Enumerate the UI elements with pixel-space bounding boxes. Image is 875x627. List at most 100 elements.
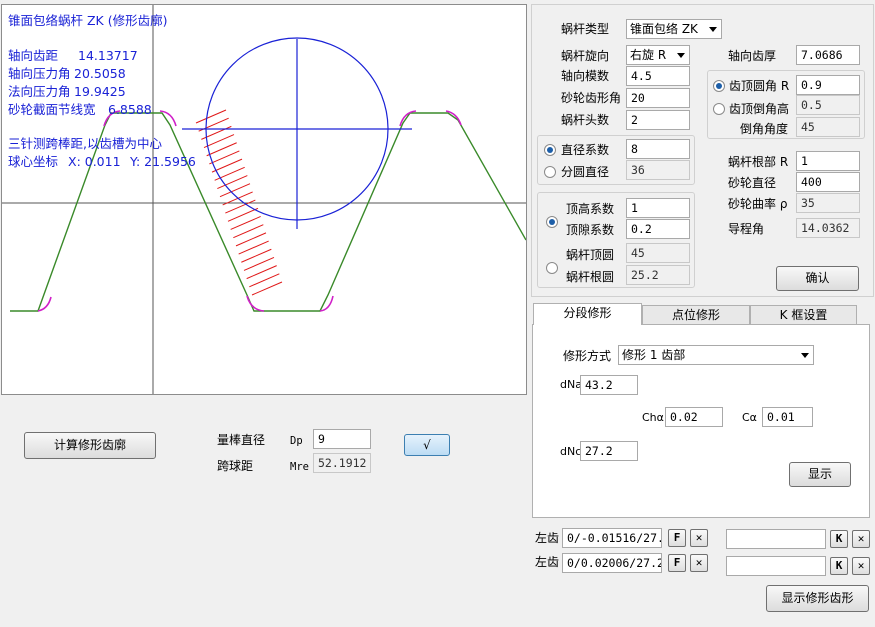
tip-round-radio[interactable] [713, 80, 725, 92]
calc-modified-profile-button[interactable]: 计算修形齿廓 [24, 432, 156, 459]
chamfer-angle-label: 倒角角度 [740, 122, 789, 136]
tip-round-label: 齿顶圆角 R [729, 79, 790, 93]
wheel-diameter-input[interactable]: 400 [796, 172, 860, 192]
f-button-1[interactable]: F [668, 529, 686, 547]
show-button[interactable]: 显示 [789, 462, 851, 487]
ball-center-label: 球心坐标 [8, 154, 59, 169]
check-button[interactable]: √ [404, 434, 450, 456]
chevron-down-icon [801, 353, 809, 358]
span-label: 跨球距 [217, 459, 254, 473]
close-icon-button-1[interactable]: ✕ [690, 529, 708, 547]
span-value-field: 52.1912 [313, 453, 371, 473]
diameter-factor-radio[interactable] [544, 144, 556, 156]
root-fillet-mid-left [246, 295, 265, 312]
tab-point-modification[interactable]: 点位修形 [642, 305, 750, 325]
axial-module-label: 轴向模数 [561, 69, 610, 83]
cha-label: Chα [642, 411, 664, 424]
wheel-curvature-label: 砂轮曲率 ρ [728, 197, 788, 211]
left-tooth-label-2: 左齿 [535, 555, 560, 569]
axial-pressure-label: 轴向压力角 [8, 66, 71, 81]
axial-thickness-input[interactable]: 7.0686 [796, 45, 860, 65]
profile-canvas: 锥面包络蜗杆 ZK (修形齿廓) 轴向齿距 14.13717 轴向压力角 20.… [1, 4, 527, 395]
tip-circle-field: 45 [626, 243, 690, 263]
pitch-diameter-label: 分圆直径 [561, 165, 610, 179]
hand-select[interactable]: 右旋 R [626, 45, 690, 65]
tip-chamfer-field: 0.5 [796, 95, 860, 115]
tab-segment-modification[interactable]: 分段修形 [533, 303, 642, 325]
mode-select[interactable]: 修形 1 齿部 [618, 345, 814, 365]
wheel-profile-angle-input[interactable]: 20 [626, 88, 690, 108]
ca-label: Cα [742, 411, 757, 424]
dnc-label: dNc [560, 445, 582, 458]
wheel-line-width-label: 砂轮截面节线宽 [8, 102, 96, 117]
starts-input[interactable]: 2 [626, 110, 690, 130]
pitch-diameter-field: 36 [626, 160, 690, 180]
clearance-input[interactable]: 0.2 [626, 219, 690, 239]
root-r-label: 蜗杆根部 R [728, 155, 789, 169]
root-r-input[interactable]: 1 [796, 151, 860, 171]
root-circle-field: 25.2 [626, 265, 690, 285]
pitch-diameter-radio[interactable] [544, 166, 556, 178]
show-modified-profile-button[interactable]: 显示修形齿形 [766, 585, 869, 612]
mode-value: 修形 1 齿部 [622, 348, 686, 362]
wheel-line-width-value: 6.8588 [108, 102, 152, 117]
hand-label: 蜗杆旋向 [561, 49, 610, 63]
rod-diameter-symbol: Dp [290, 435, 303, 447]
chevron-down-icon [709, 27, 717, 32]
rod-diameter-input[interactable]: 9 [313, 429, 371, 449]
axial-pitch-label: 轴向齿距 [8, 48, 59, 63]
tip-chamfer-label: 齿顶倒角高 [729, 102, 790, 116]
starts-label: 蜗杆头数 [561, 113, 610, 127]
tip-chamfer-radio[interactable] [713, 103, 725, 115]
addendum-label: 顶高系数 [566, 202, 615, 216]
rod-diameter-label: 量棒直径 [217, 433, 266, 447]
k-button-2[interactable]: K [830, 557, 848, 575]
close-icon-button-2[interactable]: ✕ [690, 554, 708, 572]
wheel-profile-angle-label: 砂轮齿形角 [561, 91, 622, 105]
dna-label: dNa [560, 378, 582, 391]
addendum-radio[interactable] [546, 216, 558, 228]
hand-value: 右旋 R [630, 48, 667, 62]
axial-module-input[interactable]: 4.5 [626, 66, 690, 86]
diameter-factor-input[interactable]: 8 [626, 139, 690, 159]
root-circle-label: 蜗杆根圆 [566, 270, 615, 284]
normal-pressure-value: 19.9425 [74, 84, 126, 99]
left-tooth-input-1[interactable]: 0/-0.01516/27.2/ [562, 528, 662, 548]
diameter-factor-label: 直径系数 [561, 143, 610, 157]
tip-circle-radio[interactable] [546, 262, 558, 274]
lead-angle-label: 导程角 [728, 222, 765, 236]
addendum-input[interactable]: 1 [626, 198, 690, 218]
ball-center-x: X: 0.011 [68, 154, 121, 169]
k-button-1[interactable]: K [830, 530, 848, 548]
worm-type-label: 蜗杆类型 [561, 22, 610, 36]
right-tooth-input-2[interactable] [726, 556, 826, 576]
close-icon-button-3[interactable]: ✕ [852, 530, 870, 548]
mode-label: 修形方式 [563, 349, 612, 363]
wheel-curvature-field: 35 [796, 193, 860, 213]
right-tooth-input-1[interactable] [726, 529, 826, 549]
tab-k-frame-settings[interactable]: K 框设置 [750, 305, 857, 325]
three-wire-note: 三针测跨棒距,以齿槽为中心 [8, 136, 162, 151]
cha-input[interactable]: 0.02 [665, 407, 723, 427]
ca-input[interactable]: 0.01 [762, 407, 813, 427]
clearance-label: 顶隙系数 [566, 223, 615, 237]
left-tooth-input-2[interactable]: 0/0.02006/27.2/3 [562, 553, 662, 573]
tip-round-input[interactable]: 0.9 [796, 75, 860, 95]
wheel-diameter-label: 砂轮直径 [728, 176, 777, 190]
axial-pitch-value: 14.13717 [78, 48, 138, 63]
worm-type-select[interactable]: 锥面包络 ZK [626, 19, 722, 39]
close-icon-button-4[interactable]: ✕ [852, 557, 870, 575]
normal-pressure-label: 法向压力角 [8, 84, 71, 99]
chamfer-angle-field: 45 [796, 117, 860, 137]
tip-circle-label: 蜗杆顶圆 [566, 248, 615, 262]
f-button-2[interactable]: F [668, 554, 686, 572]
worm-type-value: 锥面包络 ZK [630, 22, 698, 36]
span-symbol: Mre [290, 461, 309, 473]
dna-input[interactable]: 43.2 [580, 375, 638, 395]
confirm-button[interactable]: 确认 [776, 266, 859, 291]
chevron-down-icon [677, 53, 685, 58]
left-tooth-label-1: 左齿 [535, 531, 560, 545]
dnc-input[interactable]: 27.2 [580, 441, 638, 461]
tooth-profile-drawing [2, 5, 526, 394]
axial-pressure-value: 20.5058 [74, 66, 126, 81]
